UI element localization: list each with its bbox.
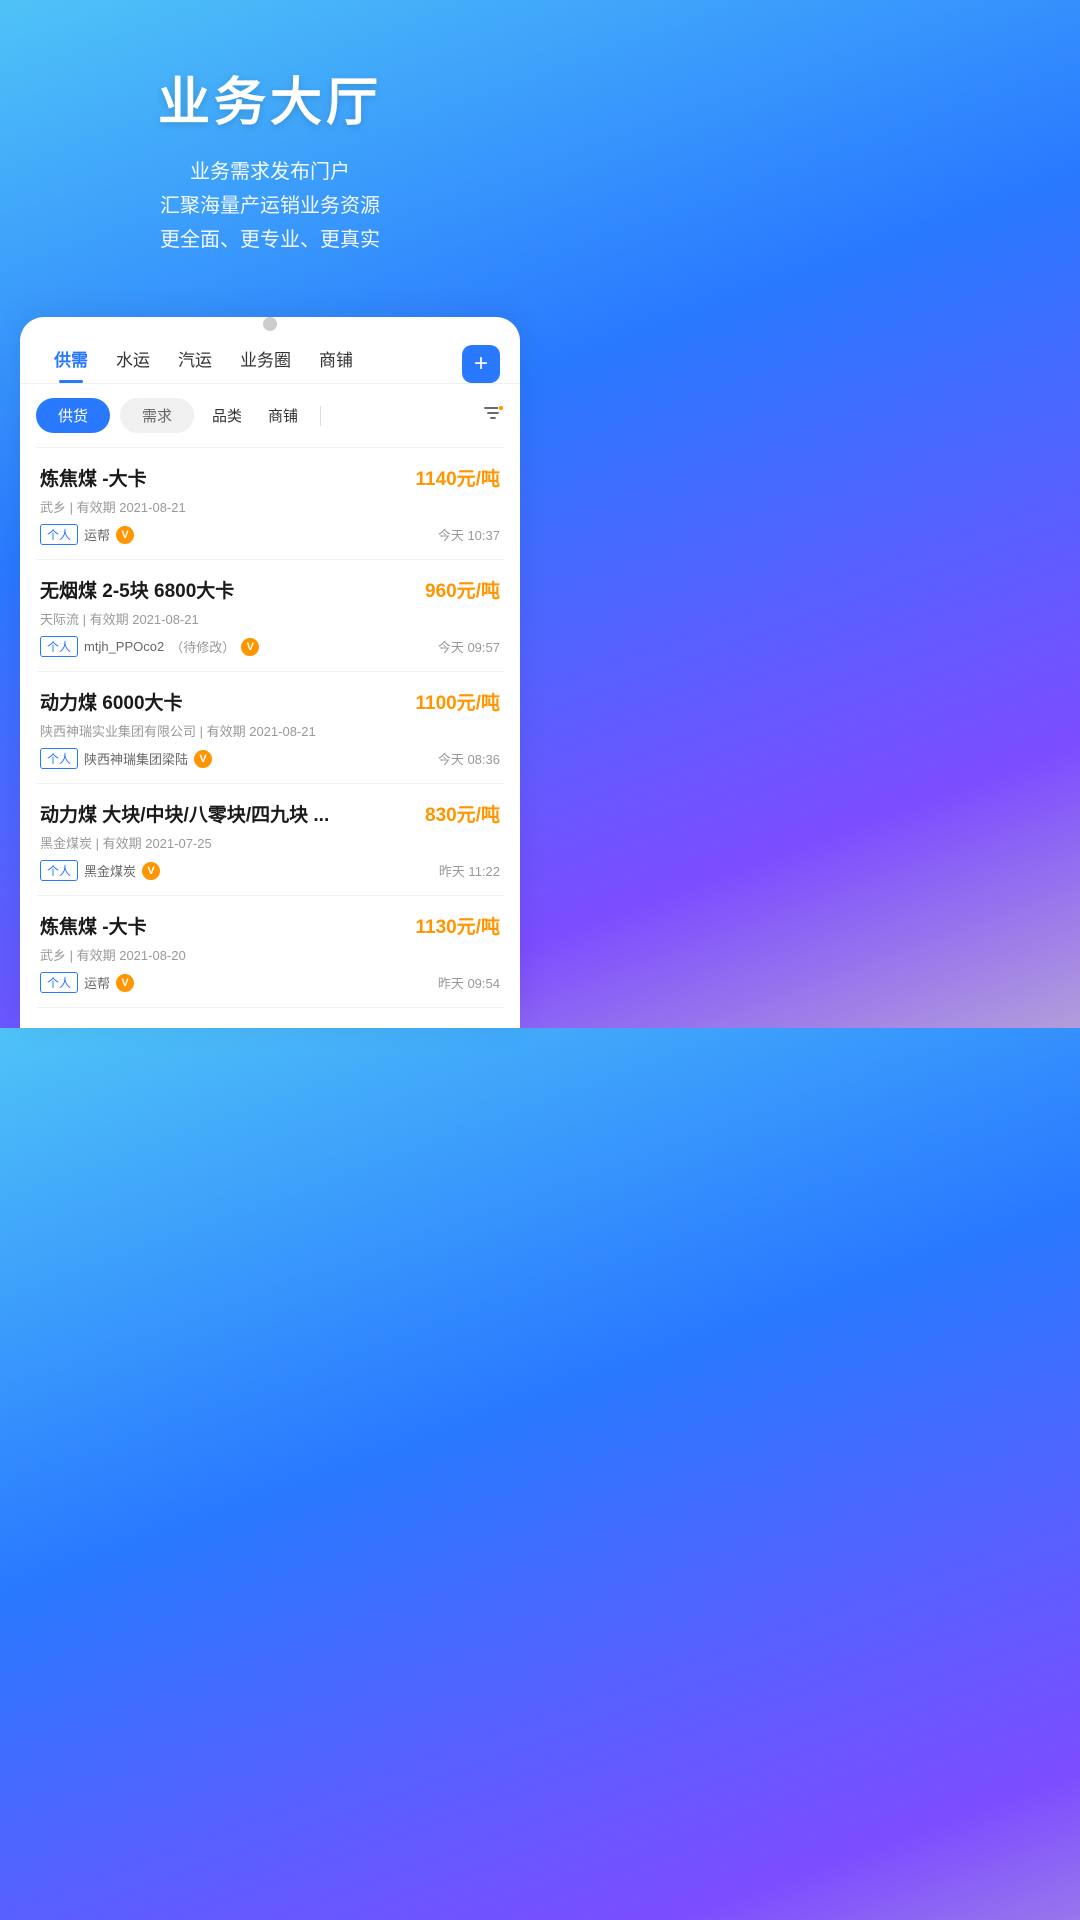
tag-row: 个人 陕西神瑞集团梁陆 V [40, 748, 212, 769]
camera-dot [263, 317, 277, 331]
verified-icon: V [116, 526, 134, 544]
item-price: 1130元/吨 [416, 912, 501, 939]
item-time: 昨天 09:54 [438, 973, 500, 992]
tab-truck-transport[interactable]: 汽运 [164, 346, 226, 383]
tab-business-circle[interactable]: 业务圈 [226, 346, 305, 383]
subtitle-line2: 汇聚海量产运销业务资源 [20, 189, 520, 223]
item-time: 今天 08:36 [438, 749, 500, 768]
item-title: 动力煤 大块/中块/八零块/四九块 ... [40, 800, 417, 827]
list-item[interactable]: 炼焦煤 -大卡 1140元/吨 武乡 | 有效期 2021-08-21 个人 运… [20, 448, 520, 559]
divider [36, 1007, 504, 1008]
tag-name: mtjh_PPOco2 [84, 639, 164, 654]
main-title: 业务大厅 [20, 60, 520, 135]
filter-divider [320, 406, 321, 426]
tag-personal: 个人 [40, 524, 78, 545]
tab-supply-demand[interactable]: 供需 [40, 346, 102, 383]
plus-icon: + [474, 352, 488, 376]
pending-tag: （待修改） [170, 637, 235, 656]
tag-personal: 个人 [40, 972, 78, 993]
item-title: 无烟煤 2-5块 6800大卡 [40, 576, 417, 603]
item-price: 1140元/吨 [416, 464, 501, 491]
tab-water-transport[interactable]: 水运 [102, 346, 164, 383]
filter-row: 供货 需求 品类 商铺 [20, 384, 520, 447]
category-filter[interactable]: 品类 [204, 398, 250, 433]
tag-row: 个人 黑金煤炭 V [40, 860, 160, 881]
tag-name: 陕西神瑞集团梁陆 [84, 749, 188, 768]
item-time: 今天 09:57 [438, 637, 500, 656]
filter-icon[interactable] [482, 402, 504, 429]
tabs-row: 供需 水运 汽运 业务圈 商铺 + [20, 331, 520, 384]
item-title: 炼焦煤 -大卡 [40, 464, 408, 491]
tag-personal: 个人 [40, 860, 78, 881]
add-button[interactable]: + [462, 345, 500, 383]
verified-icon: V [142, 862, 160, 880]
item-meta: 陕西神瑞实业集团有限公司 | 有效期 2021-08-21 [40, 721, 500, 740]
shop-filter[interactable]: 商铺 [260, 398, 306, 433]
item-price: 1100元/吨 [416, 688, 501, 715]
tag-personal: 个人 [40, 636, 78, 657]
subtitle-line1: 业务需求发布门户 [20, 155, 520, 189]
item-title: 炼焦煤 -大卡 [40, 912, 408, 939]
item-time: 今天 10:37 [438, 525, 500, 544]
list-item[interactable]: 动力煤 6000大卡 1100元/吨 陕西神瑞实业集团有限公司 | 有效期 20… [20, 672, 520, 783]
list-container: 炼焦煤 -大卡 1140元/吨 武乡 | 有效期 2021-08-21 个人 运… [20, 447, 520, 1008]
subtitle: 业务需求发布门户 汇聚海量产运销业务资源 更全面、更专业、更真实 [20, 155, 520, 257]
verified-icon: V [241, 638, 259, 656]
item-time: 昨天 11:22 [439, 861, 500, 880]
main-card: 供需 水运 汽运 业务圈 商铺 + 供货 需求 品类 商铺 炼焦煤 - [20, 317, 520, 1028]
item-price: 960元/吨 [425, 576, 500, 603]
item-meta: 天际流 | 有效期 2021-08-21 [40, 609, 500, 628]
item-meta: 武乡 | 有效期 2021-08-21 [40, 497, 500, 516]
verified-icon: V [194, 750, 212, 768]
supply-filter-btn[interactable]: 供货 [36, 398, 110, 433]
tab-shop[interactable]: 商铺 [305, 346, 367, 383]
list-item[interactable]: 无烟煤 2-5块 6800大卡 960元/吨 天际流 | 有效期 2021-08… [20, 560, 520, 671]
demand-filter-btn[interactable]: 需求 [120, 398, 194, 433]
item-meta: 武乡 | 有效期 2021-08-20 [40, 945, 500, 964]
tag-name: 黑金煤炭 [84, 861, 136, 880]
verified-icon: V [116, 974, 134, 992]
tag-personal: 个人 [40, 748, 78, 769]
tag-row: 个人 运帮 V [40, 524, 134, 545]
subtitle-line3: 更全面、更专业、更真实 [20, 223, 520, 257]
tag-name: 运帮 [84, 973, 110, 992]
tag-name: 运帮 [84, 525, 110, 544]
tag-row: 个人 mtjh_PPOco2 （待修改） V [40, 636, 259, 657]
list-item[interactable]: 动力煤 大块/中块/八零块/四九块 ... 830元/吨 黑金煤炭 | 有效期 … [20, 784, 520, 895]
header-section: 业务大厅 业务需求发布门户 汇聚海量产运销业务资源 更全面、更专业、更真实 [0, 0, 540, 287]
item-meta: 黑金煤炭 | 有效期 2021-07-25 [40, 833, 500, 852]
list-item[interactable]: 炼焦煤 -大卡 1130元/吨 武乡 | 有效期 2021-08-20 个人 运… [20, 896, 520, 1007]
item-price: 830元/吨 [425, 800, 500, 827]
item-title: 动力煤 6000大卡 [40, 688, 408, 715]
tag-row: 个人 运帮 V [40, 972, 134, 993]
